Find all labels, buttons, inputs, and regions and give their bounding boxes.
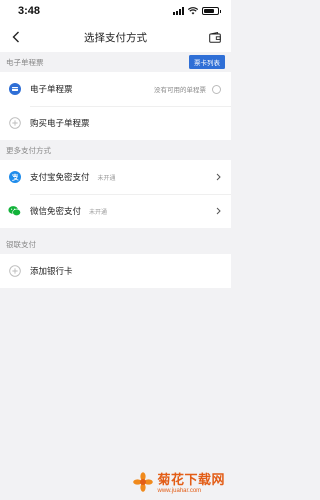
no-ticket-hint: 没有可用的单程票 xyxy=(154,87,206,94)
ticket-icon xyxy=(8,83,21,96)
alipay-right xyxy=(216,173,221,181)
chevron-right-icon xyxy=(216,207,221,215)
watermark-text: 菊花下载网 www.juahar.com xyxy=(157,469,225,494)
back-button[interactable] xyxy=(8,29,24,45)
wallet-icon xyxy=(209,31,221,43)
watermark-url: www.juahar.com xyxy=(157,488,202,494)
add-circle-icon xyxy=(8,265,21,278)
wallet-button[interactable] xyxy=(207,29,223,45)
wechat-status: 未开通 xyxy=(89,209,108,216)
e-ticket-label: 电子单程票 xyxy=(30,84,73,94)
watermark-title: 菊花下载网 xyxy=(157,472,225,487)
wechat-right xyxy=(216,207,221,215)
more-card: 支付宝免密支付 未开通 微信免密支付 未开通 xyxy=(0,160,231,228)
more-section-header: 更多支付方式 xyxy=(0,140,231,160)
alipay-status: 未开通 xyxy=(97,175,116,182)
status-bar: 3:48 xyxy=(0,0,231,22)
add-bank-card-label: 添加银行卡 xyxy=(30,266,73,276)
flower-logo-icon xyxy=(133,471,154,492)
status-icons xyxy=(173,7,221,15)
bank-section-header: 银联支付 xyxy=(0,234,231,254)
battery-icon xyxy=(202,7,221,15)
chevron-left-icon xyxy=(12,31,19,43)
add-circle-icon xyxy=(8,117,21,130)
watermark: 菊花下载网 www.juahar.com xyxy=(133,469,225,494)
alipay-label: 支付宝免密支付 xyxy=(30,172,90,182)
buy-ticket-label: 购买电子单程票 xyxy=(30,118,90,128)
nav-bar: 选择支付方式 xyxy=(0,22,231,52)
page-title: 选择支付方式 xyxy=(84,31,147,44)
bank-card: 添加银行卡 xyxy=(0,254,231,288)
alipay-icon xyxy=(8,171,21,184)
signal-icon xyxy=(173,7,184,15)
chevron-right-icon xyxy=(216,173,221,181)
add-bank-card-option[interactable]: 添加银行卡 xyxy=(0,254,231,288)
wechat-option[interactable]: 微信免密支付 未开通 xyxy=(0,194,231,228)
wechat-label: 微信免密支付 xyxy=(30,206,82,216)
wifi-icon xyxy=(188,7,198,15)
wechat-pay-icon xyxy=(8,205,21,218)
ticket-card: 电子单程票 没有可用的单程票 购买电子单程票 xyxy=(0,72,231,140)
more-section-title: 更多支付方式 xyxy=(6,145,51,155)
ticket-list-button[interactable]: 票卡列表 xyxy=(189,55,225,69)
buy-ticket-option[interactable]: 购买电子单程票 xyxy=(0,106,231,140)
e-ticket-radio[interactable] xyxy=(212,84,221,94)
ticket-section-header: 电子单程票 票卡列表 xyxy=(0,52,231,72)
status-time: 3:48 xyxy=(18,5,41,17)
e-ticket-option[interactable]: 电子单程票 没有可用的单程票 xyxy=(0,72,231,106)
ticket-section-title: 电子单程票 xyxy=(6,57,44,67)
e-ticket-right: 没有可用的单程票 xyxy=(154,84,221,94)
bank-section-title: 银联支付 xyxy=(6,239,36,249)
alipay-option[interactable]: 支付宝免密支付 未开通 xyxy=(0,160,231,194)
